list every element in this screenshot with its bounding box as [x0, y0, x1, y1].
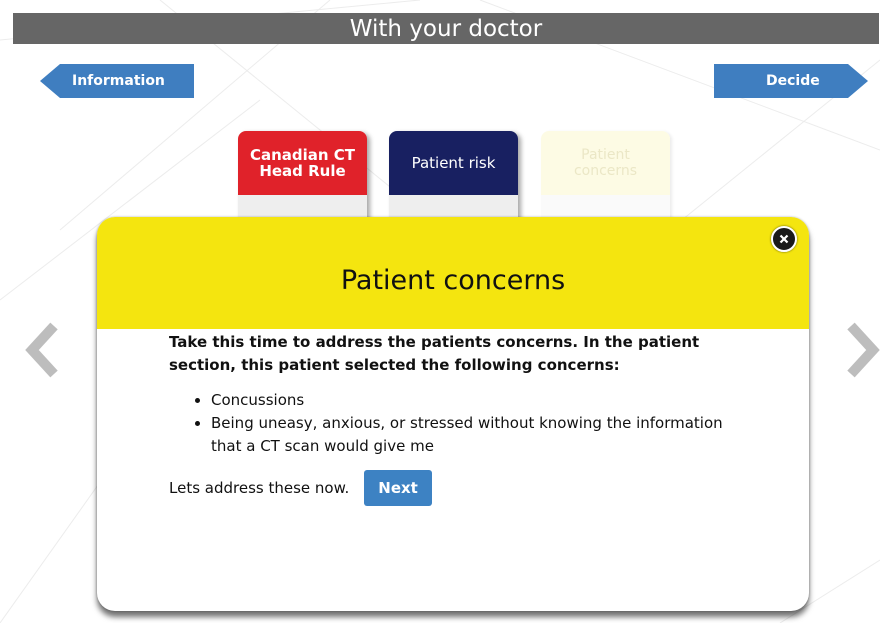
forward-button-label: Decide	[766, 73, 820, 89]
close-icon[interactable]	[771, 226, 797, 252]
chevron-left-icon[interactable]	[22, 320, 62, 380]
address-prompt: Lets address these now.	[169, 479, 350, 497]
step-cards: Canadian CT Head Rule Patient risk Patie…	[0, 131, 880, 231]
information-back-button[interactable]: Information	[40, 64, 194, 98]
next-button[interactable]: Next	[364, 470, 432, 506]
decide-forward-button[interactable]: Decide	[714, 64, 868, 98]
page-title: With your doctor	[349, 15, 543, 42]
card-label: Patient concerns	[573, 147, 638, 179]
card-canadian-ct-head-rule[interactable]: Canadian CT Head Rule	[238, 131, 367, 221]
modal-body: Take this time to address the patients c…	[97, 329, 809, 506]
chevron-right-icon[interactable]	[843, 320, 880, 380]
card-patient-concerns[interactable]: Patient concerns	[541, 131, 670, 221]
card-label: Canadian CT Head Rule	[249, 146, 356, 180]
list-item: Concussions	[211, 389, 751, 412]
modal-title: Patient concerns	[340, 264, 566, 296]
back-button-label: Information	[72, 73, 165, 89]
patient-concerns-modal: Patient concerns Take this time to addre…	[97, 217, 809, 611]
card-label: Patient risk	[411, 154, 496, 172]
card-patient-risk[interactable]: Patient risk	[389, 131, 518, 221]
modal-header: Patient concerns	[97, 217, 809, 329]
action-row: Lets address these now. Next	[169, 470, 809, 506]
list-item: Being uneasy, anxious, or stressed witho…	[211, 412, 751, 458]
modal-intro-text: Take this time to address the patients c…	[169, 333, 700, 374]
page-title-bar: With your doctor	[13, 13, 879, 44]
concerns-list: Concussions Being uneasy, anxious, or st…	[169, 389, 751, 458]
